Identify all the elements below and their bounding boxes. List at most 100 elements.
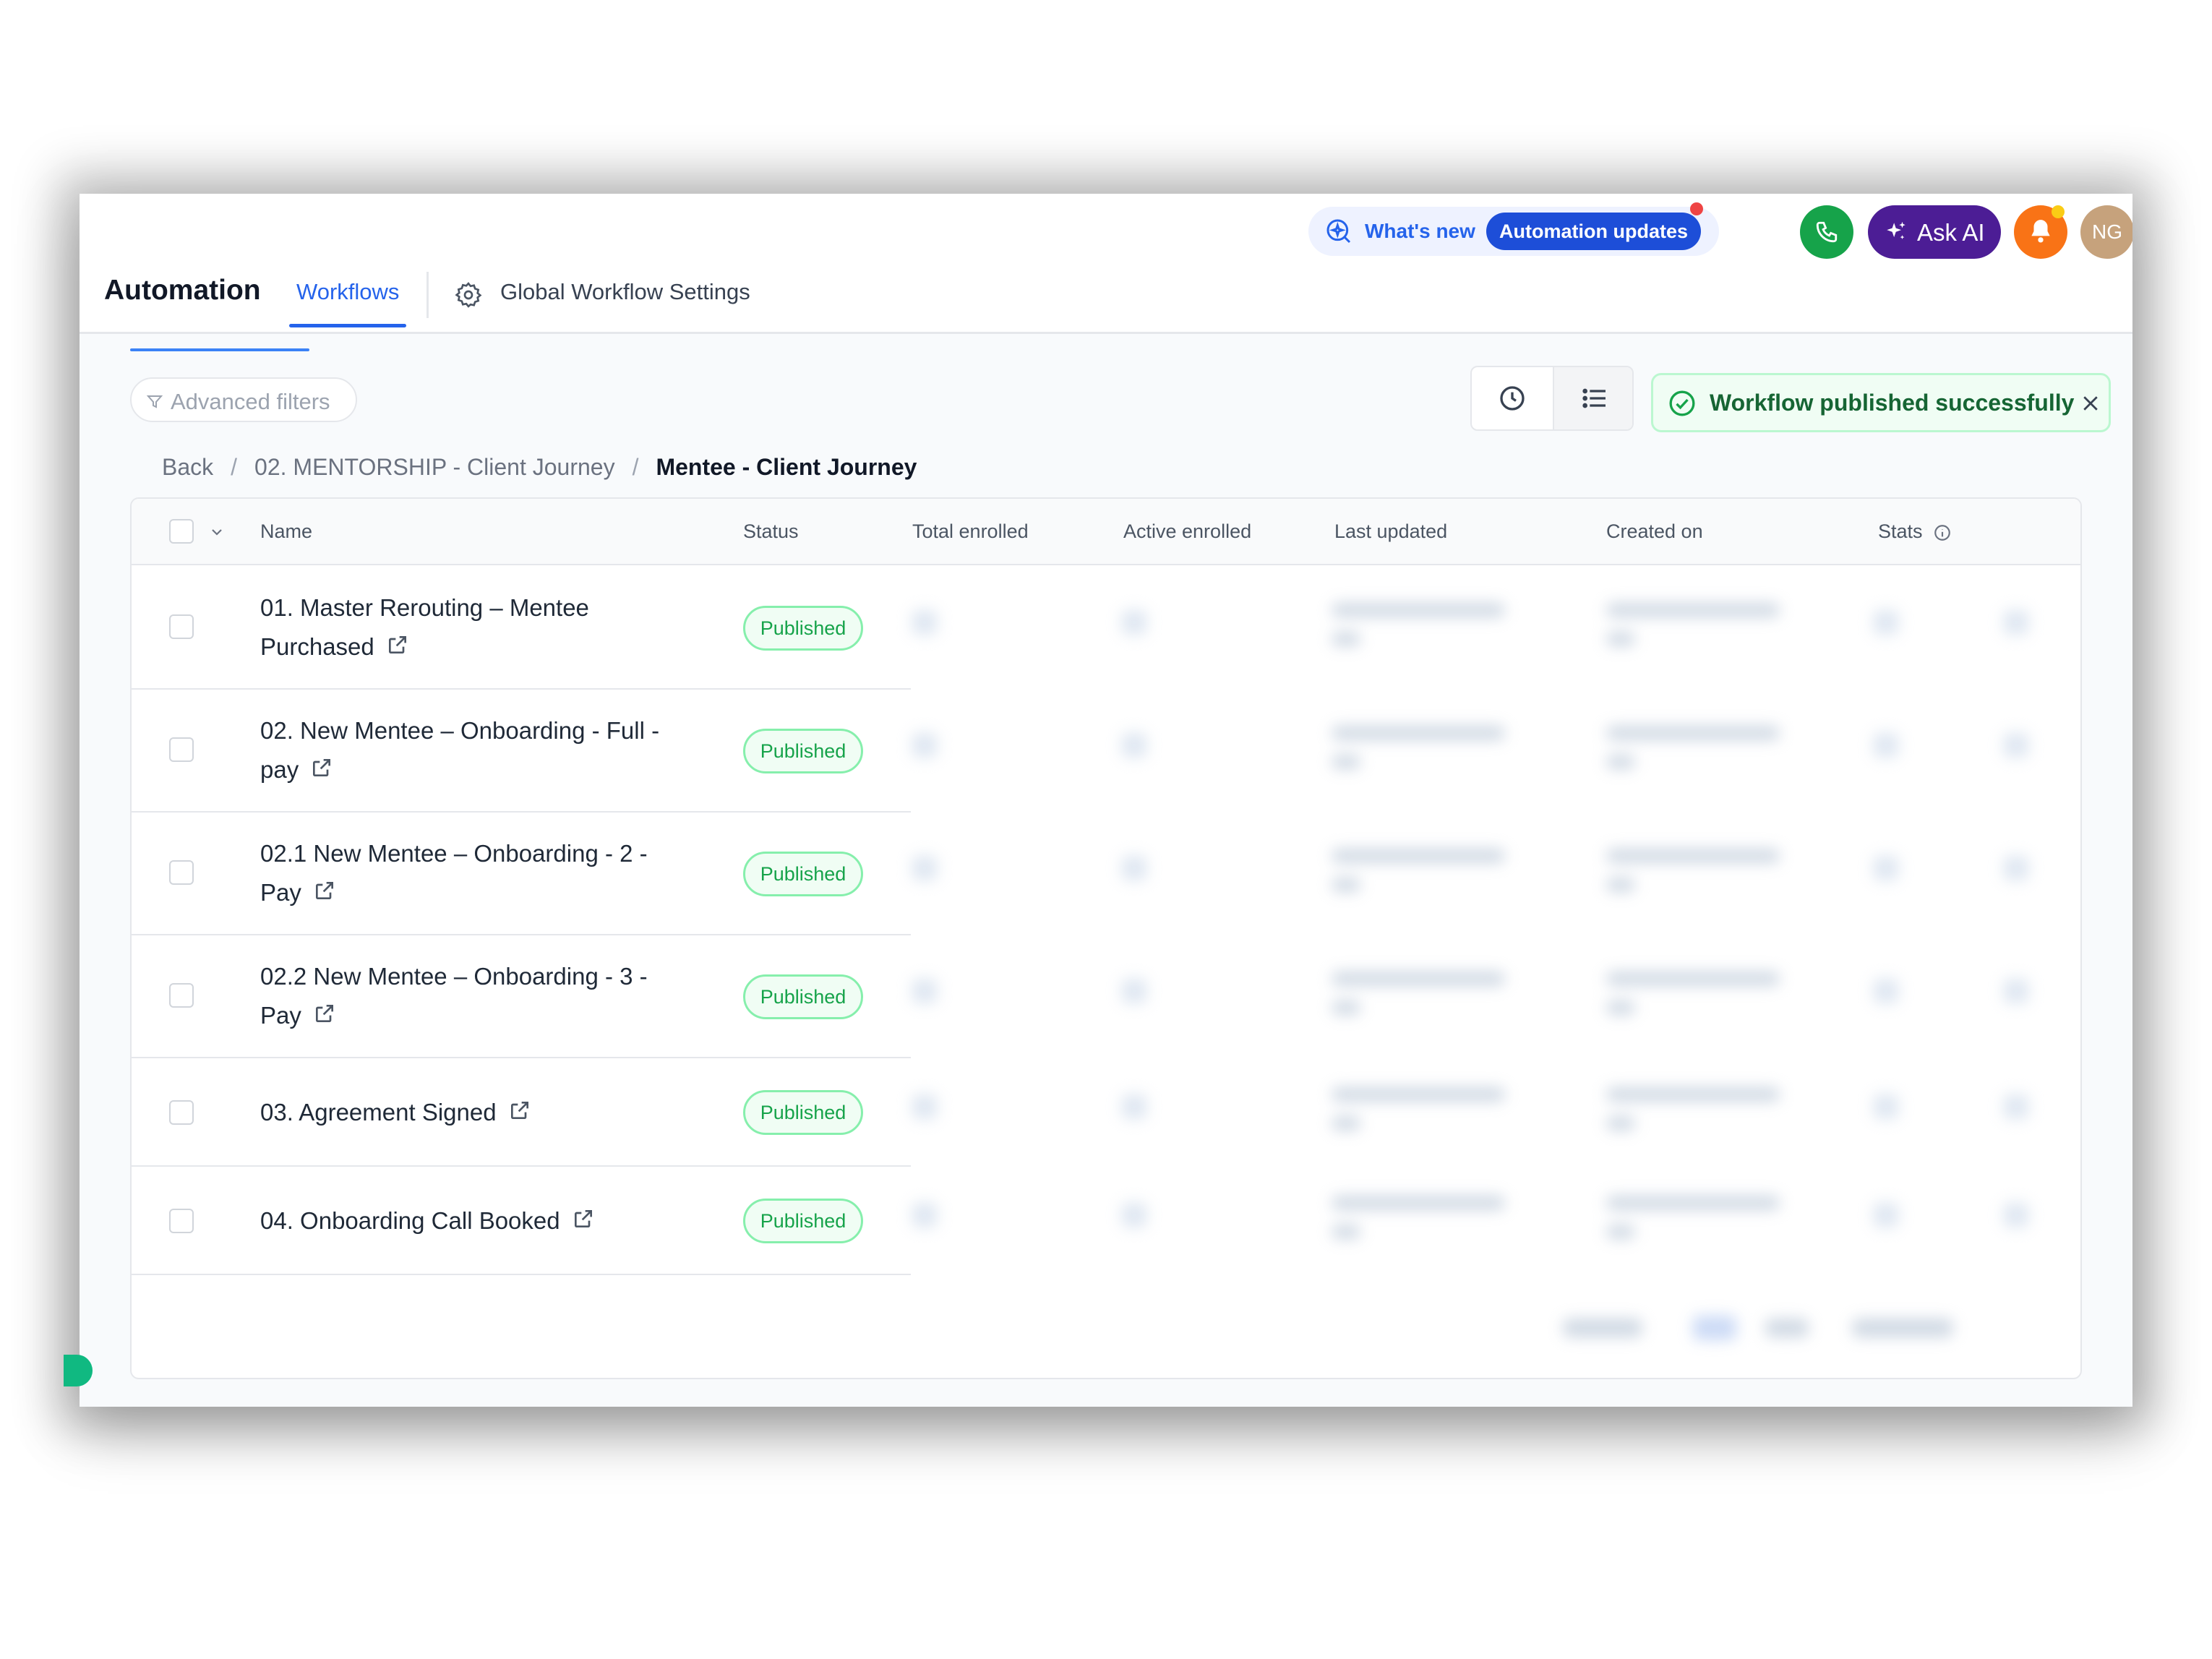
redacted-value — [1606, 726, 1780, 740]
info-icon[interactable] — [1933, 523, 1952, 542]
redacted-value — [1874, 979, 1898, 1003]
notification-dot — [1690, 202, 1703, 215]
table-row[interactable]: 03. Agreement Signed Published — [132, 1058, 911, 1167]
redacted-value — [1874, 610, 1898, 635]
phone-icon — [1816, 221, 1838, 243]
redacted-value — [1606, 603, 1780, 617]
redacted-value — [912, 979, 937, 1003]
success-toast: Workflow published successfully — [1651, 373, 2111, 432]
filter-icon — [146, 395, 163, 408]
chevron-down-icon[interactable] — [208, 523, 226, 541]
whats-new-label: What's new — [1365, 220, 1475, 242]
workflow-name[interactable]: 02. New Mentee – Onboarding - Full - pay — [260, 711, 694, 789]
redacted-value — [1606, 632, 1635, 646]
row-checkbox[interactable] — [169, 1209, 194, 1233]
redacted-value — [1332, 849, 1505, 863]
tab-workflows[interactable]: Workflows — [296, 279, 399, 305]
column-header-status[interactable]: Status — [743, 520, 799, 543]
redacted-value — [1606, 849, 1780, 863]
automation-updates-badge[interactable]: Automation updates — [1486, 213, 1701, 250]
row-checkbox[interactable] — [169, 614, 194, 639]
breadcrumb-current: Mentee - Client Journey — [656, 454, 917, 480]
external-link-icon[interactable] — [310, 756, 333, 779]
redacted-value — [1332, 1196, 1505, 1210]
column-header-total-enrolled[interactable]: Total enrolled — [912, 520, 1029, 543]
redacted-value — [1874, 856, 1898, 880]
phone-button[interactable] — [1800, 205, 1853, 259]
whats-new-banner[interactable]: What's new Automation updates — [1308, 207, 1719, 256]
workflow-name-line: Pay — [260, 1002, 301, 1029]
workflow-name[interactable]: 02.1 New Mentee – Onboarding - 2 - Pay — [260, 834, 694, 912]
status-badge: Published — [743, 852, 863, 896]
breadcrumb-parent[interactable]: 02. MENTORSHIP - Client Journey — [254, 454, 615, 480]
check-circle-icon — [1669, 390, 1695, 416]
redacted-value — [1332, 1116, 1360, 1131]
tab-global-workflow-settings[interactable]: Global Workflow Settings — [500, 279, 750, 305]
workflow-name[interactable]: 02.2 New Mentee – Onboarding - 3 - Pay — [260, 957, 694, 1035]
redacted-pagination — [1563, 1319, 1642, 1337]
user-avatar[interactable]: NG — [2080, 205, 2132, 259]
column-header-last-updated[interactable]: Last updated — [1334, 520, 1447, 543]
external-link-icon[interactable] — [386, 633, 409, 656]
redacted-value — [1606, 1116, 1635, 1131]
redacted-value — [1122, 979, 1146, 1003]
list-view-button[interactable] — [1553, 367, 1632, 429]
workflow-name[interactable]: 04. Onboarding Call Booked — [260, 1201, 694, 1240]
redacted-value — [2004, 733, 2028, 758]
breadcrumb-separator: / — [231, 454, 238, 480]
select-all-checkbox[interactable] — [169, 519, 194, 544]
table-row[interactable]: 04. Onboarding Call Booked Published — [132, 1167, 911, 1275]
ask-ai-button[interactable]: Ask AI — [1868, 205, 2001, 259]
redacted-value — [1606, 755, 1635, 769]
redacted-value — [1606, 972, 1780, 986]
redacted-value — [1332, 1000, 1360, 1015]
workflow-name-line: Pay — [260, 879, 301, 906]
row-checkbox[interactable] — [169, 983, 194, 1008]
row-checkbox[interactable] — [169, 1100, 194, 1125]
redacted-value — [2004, 979, 2028, 1003]
redacted-value — [912, 1094, 937, 1119]
table-row[interactable]: 02.1 New Mentee – Onboarding - 2 - Pay P… — [132, 813, 911, 935]
sparkle-chat-icon — [1326, 219, 1351, 244]
breadcrumb-back[interactable]: Back — [162, 454, 213, 480]
workflow-name-line: 02.1 New Mentee – Onboarding - 2 - — [260, 840, 648, 867]
table-row[interactable]: 02. New Mentee – Onboarding - Full - pay… — [132, 690, 911, 813]
ask-ai-label: Ask AI — [1917, 219, 1985, 246]
column-header-stats[interactable]: Stats — [1878, 520, 1923, 543]
status-badge: Published — [743, 1090, 863, 1135]
redacted-value — [2004, 1203, 2028, 1227]
table-row[interactable]: 01. Master Rerouting – Mentee Purchased … — [132, 567, 911, 690]
workflow-name[interactable]: 03. Agreement Signed — [260, 1093, 694, 1132]
redacted-value — [912, 610, 937, 635]
status-badge: Published — [743, 729, 863, 773]
row-checkbox[interactable] — [169, 860, 194, 885]
redacted-value — [1122, 610, 1146, 635]
redacted-value — [1122, 1203, 1146, 1227]
redacted-metrics-area — [912, 567, 2080, 1378]
column-header-name[interactable]: Name — [260, 520, 312, 543]
redacted-value — [1874, 1203, 1898, 1227]
external-link-icon[interactable] — [313, 1002, 336, 1025]
advanced-filters-button[interactable]: Advanced filters — [130, 377, 357, 422]
app-window: Automation Workflows Global Workflow Set… — [80, 194, 2132, 1407]
external-link-icon[interactable] — [313, 879, 336, 902]
redacted-pagination — [1693, 1316, 1736, 1340]
table-row[interactable]: 02.2 New Mentee – Onboarding - 3 - Pay P… — [132, 935, 911, 1058]
column-header-active-enrolled[interactable]: Active enrolled — [1123, 520, 1251, 543]
workflow-name-line: 02. New Mentee – Onboarding - Full - — [260, 717, 660, 744]
list-icon — [1582, 388, 1606, 408]
external-link-icon[interactable] — [572, 1207, 595, 1230]
workflow-name-line: Purchased — [260, 633, 374, 660]
sub-tab-indicator — [130, 348, 309, 351]
close-icon[interactable] — [2080, 393, 2101, 414]
redacted-value — [1122, 856, 1146, 880]
history-view-button[interactable] — [1472, 367, 1553, 429]
column-header-created-on[interactable]: Created on — [1606, 520, 1703, 543]
toast-message: Workflow published successfully — [1710, 390, 2075, 416]
gear-icon[interactable] — [454, 280, 483, 309]
status-badge: Published — [743, 1199, 863, 1243]
row-checkbox[interactable] — [169, 737, 194, 762]
workflow-name[interactable]: 01. Master Rerouting – Mentee Purchased — [260, 588, 694, 666]
breadcrumb: Back / 02. MENTORSHIP - Client Journey / Men… — [162, 454, 917, 481]
external-link-icon[interactable] — [508, 1099, 531, 1122]
